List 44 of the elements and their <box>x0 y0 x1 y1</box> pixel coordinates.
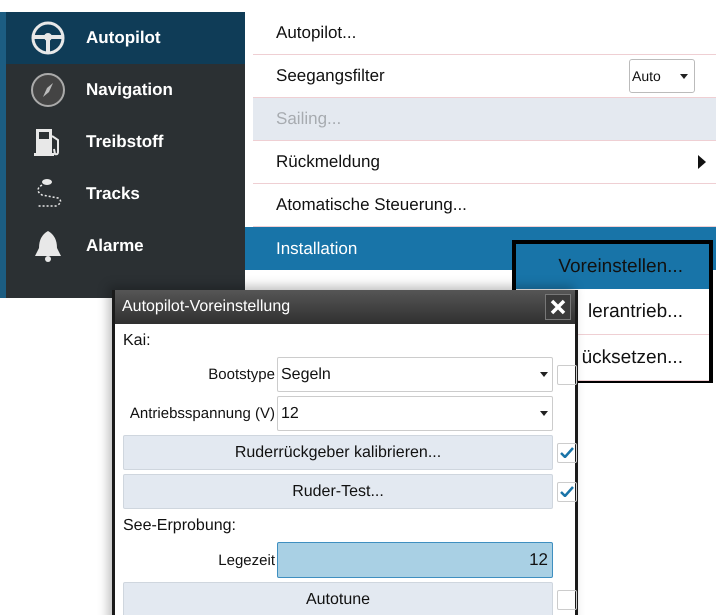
sidebar-item[interactable]: Autopilot <box>6 12 245 64</box>
caret-icon <box>680 74 688 78</box>
section-label: Kai: <box>123 331 152 351</box>
menu-label: Atomatische Steuerung... <box>276 195 467 215</box>
action-button[interactable]: Ruderrückgeber kalibrieren... <box>123 435 553 470</box>
action-button[interactable]: Ruder-Test... <box>123 474 553 509</box>
menu-label: Autopilot... <box>276 23 356 43</box>
menu-label: Seegangsfilter <box>276 66 385 86</box>
field-label: Bootstype <box>208 366 275 383</box>
sidebar-label: Navigation <box>86 80 173 100</box>
checkbox[interactable] <box>557 442 577 462</box>
input-field[interactable]: 12 <box>277 542 553 578</box>
sidebar-item[interactable]: Alarme <box>6 220 245 272</box>
sidebar-label: Treibstoff <box>86 132 164 152</box>
action-button[interactable]: Autotune <box>123 582 553 615</box>
select-field[interactable]: Segeln <box>277 357 553 392</box>
sidebar-label: Tracks <box>86 184 140 204</box>
close-button[interactable] <box>545 294 571 320</box>
close-icon <box>550 299 566 315</box>
compass-icon <box>30 72 66 108</box>
checkmark-icon <box>560 447 574 458</box>
select-field[interactable]: 12 <box>277 396 553 431</box>
sidebar-item[interactable]: Navigation <box>6 64 245 116</box>
checkmark-icon <box>560 486 574 497</box>
sidebar-item[interactable]: Tracks <box>6 168 245 220</box>
submenu-arrow-icon <box>698 155 706 169</box>
sidebar-label: Autopilot <box>86 28 161 48</box>
section-label: See-Erprobung: <box>123 516 237 536</box>
sidebar-item[interactable]: Treibstoff <box>6 116 245 168</box>
checkbox[interactable] <box>557 590 577 610</box>
caret-icon <box>540 411 548 416</box>
sidebar-label: Alarme <box>86 236 144 256</box>
menu-label: Sailing... <box>276 109 342 129</box>
menu-label: Rückmeldung <box>276 152 380 172</box>
field-label: Legezeit <box>218 552 275 568</box>
steering-wheel-icon <box>30 20 66 56</box>
submenu-item[interactable]: Voreinstellen... <box>516 244 709 289</box>
menu-label: Installation <box>276 238 358 258</box>
dialog-title: Autopilot-Voreinstellung <box>122 298 290 316</box>
field-label: Antriebsspannung (V) <box>130 405 275 422</box>
caret-icon <box>540 372 548 377</box>
dropdown[interactable]: Auto <box>629 59 695 93</box>
checkbox[interactable] <box>557 364 577 384</box>
checkbox[interactable] <box>557 482 577 502</box>
